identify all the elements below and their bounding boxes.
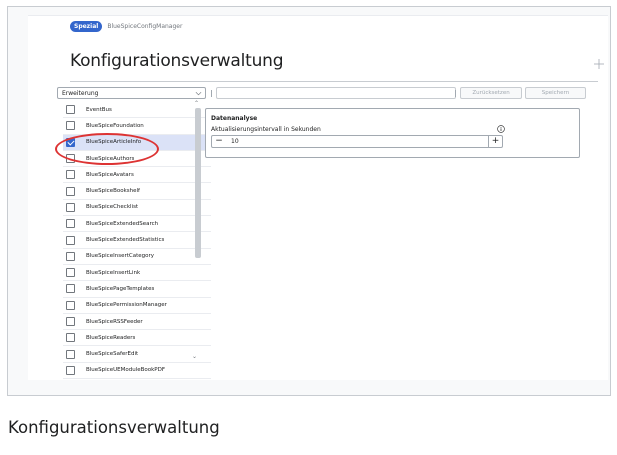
checkbox[interactable] xyxy=(66,284,75,294)
checkbox[interactable] xyxy=(66,154,75,164)
list-item[interactable]: BlueSpiceExtendedSearch xyxy=(63,216,211,233)
caption-title: Konfigurationsverwaltung xyxy=(8,418,220,437)
breadcrumb-page[interactable]: BlueSpiceConfigManager xyxy=(107,23,182,30)
breadcrumb: Spezial BlueSpiceConfigManager xyxy=(70,21,182,32)
interval-value[interactable]: 10 xyxy=(231,138,239,145)
scroll-up-arrow[interactable]: ⌃ xyxy=(194,100,199,107)
checkbox[interactable] xyxy=(66,219,75,229)
list-item-label: BlueSpiceInsertCategory xyxy=(86,253,154,260)
list-item[interactable]: BlueSpiceRSSFeeder xyxy=(63,314,211,331)
list-item-label: BlueSpiceReaders xyxy=(86,334,136,341)
pin-icon[interactable] xyxy=(594,59,604,69)
namespace-badge: Spezial xyxy=(70,21,103,32)
list-item[interactable]: BlueSpiceArticleInfo xyxy=(63,134,211,151)
list-item[interactable]: BlueSpiceSaferEdit xyxy=(63,346,211,363)
checkbox[interactable] xyxy=(66,317,75,326)
increment-button[interactable]: + xyxy=(488,136,502,147)
list-item[interactable]: BlueSpiceInsertCategory xyxy=(63,249,211,265)
list-item-label: BlueSpiceChecklist xyxy=(86,204,139,211)
list-item-label: BlueSpiceAuthors xyxy=(86,155,135,162)
checkbox[interactable] xyxy=(66,121,75,131)
interval-label: Aktualisierungsintervall in Sekunden xyxy=(211,126,321,133)
toolbar-separator xyxy=(455,90,456,97)
list-item[interactable]: BlueSpiceBookshelf xyxy=(63,183,211,200)
list-item[interactable]: BlueSpiceInsertLink xyxy=(63,265,211,282)
decrement-button[interactable]: − xyxy=(212,136,226,147)
scrollbar-thumb[interactable] xyxy=(195,108,201,258)
checkbox[interactable] xyxy=(66,235,75,245)
list-item[interactable]: BlueSpiceAuthors xyxy=(63,151,211,168)
toolbar-separator xyxy=(211,90,212,97)
list-item-label: BlueSpiceRSSFeeder xyxy=(86,318,143,325)
list-item-label: BlueSpiceExtendedSearch xyxy=(86,220,159,227)
list-item-label: BlueSpiceInsertLink xyxy=(86,269,141,276)
settings-panel: Datenanalyse Aktualisierungsintervall in… xyxy=(205,108,580,158)
list-item-label: BlueSpiceUEModuleBookPDF xyxy=(86,367,165,374)
list-item[interactable]: BlueSpiceUEModuleBookPDF xyxy=(63,363,211,380)
list-item[interactable]: BlueSpicePageTemplates xyxy=(63,281,211,298)
extension-list: EventBus BlueSpiceFoundation BlueSpiceArti… xyxy=(63,102,211,380)
checkbox[interactable] xyxy=(66,300,75,310)
list-item[interactable]: BlueSpiceReaders xyxy=(63,330,211,347)
filter-select-value: Erweiterung xyxy=(62,90,99,97)
interval-stepper[interactable]: − 10 + xyxy=(211,135,503,148)
checkbox[interactable] xyxy=(66,202,75,212)
list-item[interactable]: EventBus xyxy=(63,102,211,119)
panel-title: Datenanalyse xyxy=(211,115,258,122)
list-item[interactable]: BlueSpiceAvatars xyxy=(63,167,211,184)
info-icon[interactable] xyxy=(497,125,505,133)
list-item-label: BlueSpiceSaferEdit xyxy=(86,351,139,358)
scroll-down-arrow[interactable]: ⌄ xyxy=(192,353,197,360)
checkbox[interactable] xyxy=(66,333,75,343)
list-item[interactable]: BlueSpiceFoundation xyxy=(63,118,211,135)
list-item[interactable]: BlueSpiceChecklist xyxy=(63,200,211,217)
save-button[interactable]: Speichern xyxy=(525,87,586,99)
checkbox[interactable] xyxy=(66,186,75,196)
chevron-down-icon xyxy=(195,91,202,96)
list-item-label: BlueSpiceExtendedStatistics xyxy=(86,237,165,244)
checkbox[interactable] xyxy=(66,365,75,375)
checkbox[interactable] xyxy=(66,170,75,180)
checkbox[interactable] xyxy=(66,105,75,115)
search-input[interactable] xyxy=(216,87,456,99)
list-item-label: BlueSpicePageTemplates xyxy=(86,285,155,292)
list-item[interactable]: BlueSpiceExtendedStatistics xyxy=(63,232,211,249)
reset-button[interactable]: Zurücksetzen xyxy=(460,87,522,99)
top-divider xyxy=(28,15,608,16)
list-item-label: BlueSpiceBookshelf xyxy=(86,188,140,195)
page-title: Konfigurationsverwaltung xyxy=(70,51,284,71)
list-item-label: EventBus xyxy=(86,106,112,113)
list-item[interactable]: BlueSpicePermissionManager xyxy=(63,298,211,314)
filter-select[interactable]: Erweiterung xyxy=(57,87,206,99)
checkbox[interactable] xyxy=(66,137,75,147)
screenshot-frame: Spezial BlueSpiceConfigManager Konfigura… xyxy=(7,6,611,396)
checkbox[interactable] xyxy=(66,349,75,359)
list-item-label: BlueSpiceFoundation xyxy=(86,122,144,129)
title-divider xyxy=(70,81,598,82)
checkbox[interactable] xyxy=(66,251,75,261)
list-item-label: BlueSpicePermissionManager xyxy=(86,302,167,309)
checkbox[interactable] xyxy=(66,268,75,278)
list-item-label: BlueSpiceAvatars xyxy=(86,171,134,178)
list-item-label: BlueSpiceArticleInfo xyxy=(86,139,142,146)
